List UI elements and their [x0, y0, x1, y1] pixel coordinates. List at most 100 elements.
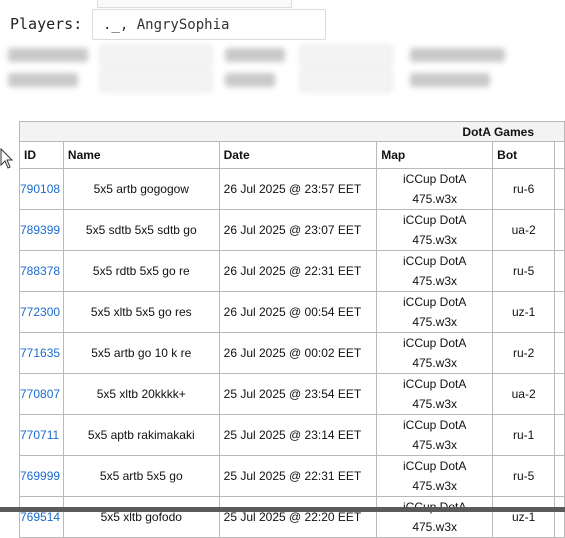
table-row: 790108 5x5 artb gogogow 26 Jul 2025 @ 23:5… [19, 168, 565, 210]
map-name-line2: 475.w3x [412, 438, 458, 452]
game-name-cell: 5x5 artb gogogow [62, 168, 220, 210]
column-header-bot[interactable]: Bot [492, 141, 556, 169]
map-name-line1: iCCup DotA [403, 418, 467, 432]
dota-games-header: DotA Games [19, 121, 565, 142]
game-map-cell: iCCup DotA 475.w3x [376, 250, 494, 292]
map-name-line2: 475.w3x [412, 397, 458, 411]
table-row: 770711 5x5 aptb rakimakaki 25 Jul 2025 @ 2… [19, 414, 565, 456]
game-date-cell: 26 Jul 2025 @ 23:57 EET [218, 168, 378, 210]
game-id-link[interactable]: 769514 [20, 510, 60, 524]
game-map-cell: iCCup DotA 475.w3x [376, 455, 494, 497]
game-bot-cell: uz-1 [492, 496, 556, 538]
game-date-cell: 25 Jul 2025 @ 22:20 EET [218, 496, 378, 538]
table-row: 769514 5x5 xltb gofodo 25 Jul 2025 @ 22:20… [19, 496, 565, 538]
game-bot-cell: ua-2 [492, 209, 556, 251]
bottom-edge-bar [0, 507, 565, 512]
game-map-cell: iCCup DotA475.w3x [376, 332, 494, 374]
game-id-link[interactable]: 790108 [20, 182, 60, 196]
map-name-line2: 475.w3x [412, 520, 458, 534]
game-map-cell: iCCup DotA 475.w3x [376, 414, 494, 456]
map-name-line2: 475.w3x [412, 315, 458, 329]
extra-cell [554, 455, 565, 497]
players-label: Players: [10, 15, 83, 33]
game-date-cell: 25 Jul 2025 @ 23:14 EET [218, 414, 378, 456]
game-id-link[interactable]: 772300 [20, 305, 60, 319]
game-id-cell: 769999 [19, 455, 64, 497]
extra-cell [554, 373, 565, 415]
game-id-cell: 790108 [19, 168, 64, 210]
dota-games-table: DotA Games ID Name Date Map Bot 790108 5x… [19, 121, 565, 538]
map-name-line1: iCCup DotA [403, 172, 467, 186]
game-map-cell: iCCup DotA 475.w3x [376, 373, 494, 415]
game-id-cell: 770711 [19, 414, 64, 456]
game-id-link[interactable]: 788378 [20, 264, 60, 278]
mouse-cursor-icon [0, 148, 14, 169]
game-name-cell: 5x5 artb 5x5 go [62, 455, 220, 497]
table-row: 770807 5x5 xltb 20kkkk+ 25 Jul 2025 @ 23:5… [19, 373, 565, 415]
game-bot-cell: ru-6 [492, 168, 556, 210]
map-name-line1: iCCup DotA [403, 295, 467, 309]
game-id-link[interactable]: 789399 [20, 223, 60, 237]
map-name-line2: 475.w3x [412, 233, 458, 247]
table-row: 771635 5x5 artb go 10 k re 26 Jul 2025 @ 0… [19, 332, 565, 374]
column-header-date[interactable]: Date [218, 141, 378, 169]
extra-cell [554, 496, 565, 538]
map-name-line1: iCCup DotA [403, 459, 467, 473]
game-bot-cell: ru-5 [492, 455, 556, 497]
game-map-cell: iCCup DotA 475.w3x [376, 291, 494, 333]
game-date-cell: 26 Jul 2025 @ 00:02 EET [218, 332, 378, 374]
game-id-link[interactable]: 770807 [20, 387, 60, 401]
game-date-cell: 26 Jul 2025 @ 23:07 EET [218, 209, 378, 251]
game-map-cell: iCCup DotA475.w3x [376, 209, 494, 251]
game-date-cell: 25 Jul 2025 @ 22:31 EET [218, 455, 378, 497]
game-map-cell: iCCup DotA 475.w3x [376, 168, 494, 210]
extra-cell [554, 291, 565, 333]
column-header-map[interactable]: Map [376, 141, 494, 169]
extra-cell [554, 168, 565, 210]
game-id-link[interactable]: 771635 [20, 346, 60, 360]
extra-cell [554, 250, 565, 292]
table-header-row: ID Name Date Map Bot [19, 141, 565, 169]
game-bot-cell: uz-1 [492, 291, 556, 333]
extra-cell [554, 414, 565, 456]
top-field-edge [97, 0, 292, 8]
extra-cell [554, 332, 565, 374]
game-id-cell: 769514 [19, 496, 64, 538]
map-name-line2: 475.w3x [412, 192, 458, 206]
game-name-cell: 5x5 artb go 10 k re [62, 332, 220, 374]
players-input[interactable]: ._, AngrySophia [92, 9, 326, 40]
game-map-cell: iCCup DotA475.w3x [376, 496, 494, 538]
column-header-name[interactable]: Name [62, 141, 220, 169]
game-id-cell: 788378 [19, 250, 64, 292]
game-id-link[interactable]: 769999 [20, 469, 60, 483]
blurred-filter-area [0, 40, 565, 110]
game-id-cell: 771635 [19, 332, 64, 374]
game-name-cell: 5x5 sdtb 5x5 sdtb go [62, 209, 220, 251]
map-name-line1: iCCup DotA [403, 254, 467, 268]
column-header-extra [554, 141, 565, 169]
game-date-cell: 26 Jul 2025 @ 22:31 EET [218, 250, 378, 292]
game-bot-cell: ru-1 [492, 414, 556, 456]
game-id-cell: 789399 [19, 209, 64, 251]
game-id-cell: 772300 [19, 291, 64, 333]
game-date-cell: 25 Jul 2025 @ 23:54 EET [218, 373, 378, 415]
game-id-link[interactable]: 770711 [20, 428, 59, 442]
game-bot-cell: ru-2 [492, 332, 556, 374]
game-bot-cell: ru-5 [492, 250, 556, 292]
map-name-line1: iCCup DotA [403, 336, 467, 350]
game-name-cell: 5x5 aptb rakimakaki [62, 414, 220, 456]
game-name-cell: 5x5 xltb gofodo [62, 496, 220, 538]
table-row: 769999 5x5 artb 5x5 go 25 Jul 2025 @ 22:31… [19, 455, 565, 497]
table-row: 772300 5x5 xltb 5x5 go res 26 Jul 2025 @ 0… [19, 291, 565, 333]
extra-cell [554, 209, 565, 251]
game-id-cell: 770807 [19, 373, 64, 415]
map-name-line2: 475.w3x [412, 479, 458, 493]
game-date-cell: 26 Jul 2025 @ 00:54 EET [218, 291, 378, 333]
game-name-cell: 5x5 rdtb 5x5 go re [62, 250, 220, 292]
column-header-id[interactable]: ID [19, 141, 64, 169]
table-row: 788378 5x5 rdtb 5x5 go re 26 Jul 2025 @ 22… [19, 250, 565, 292]
map-name-line1: iCCup DotA [403, 377, 467, 391]
map-name-line2: 475.w3x [412, 274, 458, 288]
table-row: 789399 5x5 sdtb 5x5 sdtb go 26 Jul 2025 @ … [19, 209, 565, 251]
table-group-header: DotA Games [19, 121, 565, 142]
